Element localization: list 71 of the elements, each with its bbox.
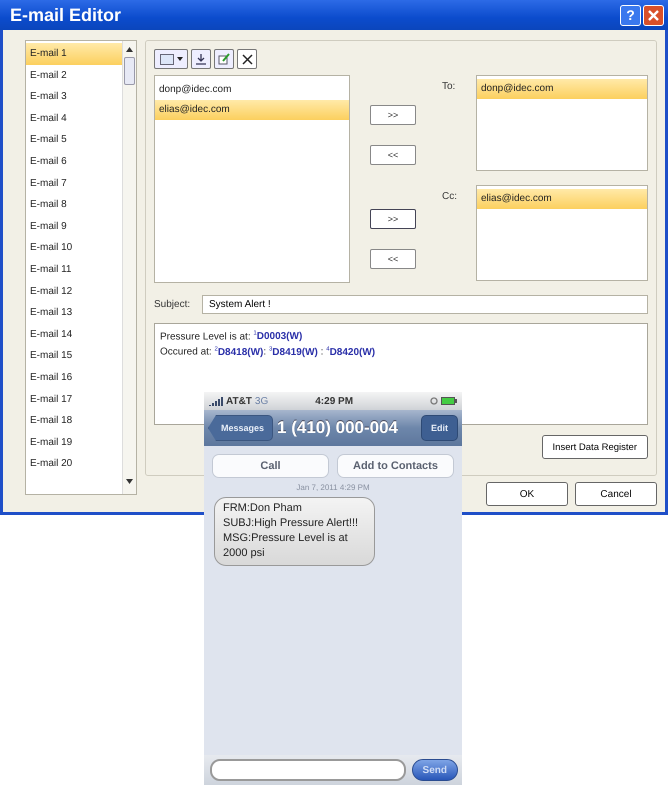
- window-title: E-mail Editor: [10, 4, 122, 26]
- scroll-up-icon[interactable]: [126, 47, 133, 52]
- message-line: Occured at: $^{2}$D8418(W): $^{3}$D8419(W) : $^{4}$D8420(W): [160, 345, 376, 359]
- email-list-item[interactable]: E-mail 14: [26, 324, 122, 346]
- recipient-list[interactable]: elias@idec.com: [476, 185, 648, 281]
- add-to-button[interactable]: >>: [370, 105, 416, 125]
- add-contact-button[interactable]: Add to Contacts: [337, 454, 454, 478]
- message-date: Jan 7, 2011 4:29 PM: [295, 483, 371, 492]
- close-icon: [242, 54, 252, 64]
- remove-cc-button[interactable]: <<: [370, 249, 416, 269]
- email-list-item[interactable]: E-mail 8: [26, 194, 122, 216]
- email-list-item[interactable]: E-mail 5: [26, 129, 122, 151]
- alarm-icon: [430, 397, 438, 405]
- email-list-item[interactable]: E-mail 11: [26, 258, 122, 281]
- call-button[interactable]: Call: [212, 454, 329, 478]
- recipient-list[interactable]: donp@idec.com: [476, 75, 648, 171]
- email-list[interactable]: E-mail 1 E-mail 2 E-mail 3 E-mail 4 E-mail 5 E-mail 6 E-mail 7 E-mail 8 E-mail 9 E-mail 10 E-mail 11 E-mail 12 E-mail 13 E-mail 14 E-mail 15 E-mail 16 E-mail 17 E-mail 18 E-mail 19 E-mail 20: [25, 40, 137, 495]
- email-list-item[interactable]: E-mail 12: [26, 280, 122, 302]
- email-list-item[interactable]: E-mail 16: [26, 366, 122, 388]
- scroll-down-icon[interactable]: [126, 479, 133, 484]
- dropdown-arrow-icon: [176, 57, 182, 61]
- close-button[interactable]: [643, 4, 664, 26]
- back-button[interactable]: Messages: [208, 415, 274, 441]
- recipient-item[interactable]: elias@idec.com: [477, 189, 647, 209]
- email-list-item[interactable]: E-mail 15: [26, 345, 122, 367]
- subject-label: Subject:: [154, 299, 190, 310]
- email-list-item[interactable]: E-mail 20: [26, 453, 122, 475]
- edit-button[interactable]: Edit: [421, 415, 458, 441]
- email-list-item[interactable]: E-mail 3: [26, 86, 122, 108]
- edit-button[interactable]: [214, 49, 234, 69]
- email-list-item[interactable]: E-mail 17: [26, 388, 122, 410]
- recipient-label: Cc:: [442, 190, 458, 204]
- import-button[interactable]: [191, 49, 211, 69]
- address-item[interactable]: donp@idec.com: [155, 80, 349, 100]
- email-list-item[interactable]: E-mail 4: [26, 108, 122, 130]
- email-list-item[interactable]: E-mail 9: [26, 216, 122, 238]
- delete-button[interactable]: [237, 49, 257, 69]
- pencil-icon: [218, 53, 230, 65]
- recipient-item[interactable]: donp@idec.com: [477, 79, 647, 99]
- cancel-button[interactable]: Cancel: [575, 482, 657, 506]
- help-button[interactable]: ?: [620, 4, 641, 26]
- scroll-thumb[interactable]: [124, 57, 135, 85]
- email-list-item[interactable]: E-mail 7: [26, 172, 122, 194]
- message-bubble: FRM:Don Pham SUBJ:High Pressure Alert!!! MSG:Pressure Level is at 2000 psi: [214, 497, 376, 566]
- subject-field[interactable]: System Alert !: [202, 295, 648, 314]
- network-text: 3G: [254, 396, 268, 406]
- email-list-item[interactable]: E-mail 19: [26, 432, 122, 454]
- message-line: Pressure Level is at: $^{1}$D0003(W): [160, 329, 304, 344]
- email-list-item[interactable]: E-mail 13: [26, 302, 122, 324]
- insert-register-button[interactable]: Insert Data Register: [542, 435, 648, 459]
- email-list-item[interactable]: E-mail 6: [26, 150, 122, 173]
- status-time: 4:29 PM: [314, 396, 354, 406]
- download-icon: [195, 53, 207, 65]
- ok-button[interactable]: OK: [486, 482, 568, 506]
- email-list-item[interactable]: E-mail 1: [26, 43, 122, 65]
- close-icon: [648, 10, 659, 20]
- scrollbar[interactable]: [122, 41, 136, 494]
- recipient-label: To:: [442, 80, 456, 94]
- address-item[interactable]: elias@idec.com: [155, 100, 349, 120]
- email-list-item[interactable]: E-mail 2: [26, 64, 122, 86]
- signal-icon: [209, 396, 223, 406]
- battery-icon: [441, 397, 457, 405]
- carrier-text: AT&T: [226, 396, 252, 406]
- message-input-field[interactable]: [210, 759, 406, 781]
- list-icon: [160, 54, 174, 64]
- view-dropdown[interactable]: [154, 49, 188, 69]
- email-list-item[interactable]: E-mail 10: [26, 237, 122, 259]
- address-list[interactable]: donp@idec.com elias@idec.com: [154, 75, 350, 283]
- remove-to-button[interactable]: <<: [370, 145, 416, 165]
- email-list-item[interactable]: E-mail 18: [26, 410, 122, 432]
- add-cc-button[interactable]: >>: [370, 209, 416, 229]
